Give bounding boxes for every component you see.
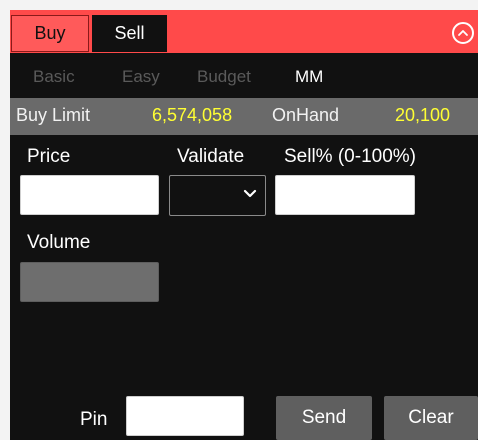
- sell-toggle-button[interactable]: Sell: [92, 15, 167, 52]
- chevron-down-icon: [243, 189, 257, 198]
- order-type-tabs: Basic Easy Budget MM: [10, 53, 478, 98]
- onhand-value: 20,100: [395, 105, 451, 125]
- volume-label: Volume: [27, 232, 91, 253]
- buy-limit-label: Buy Limit: [16, 105, 91, 125]
- order-side-bar: Buy Sell: [10, 10, 478, 53]
- chevron-up-circle-icon[interactable]: [452, 22, 474, 44]
- buy-limit-value: 6,574,058: [152, 105, 233, 125]
- tab-mm[interactable]: MM: [295, 67, 323, 87]
- app-frame: Buy Sell Basic Easy Budget MM Buy Limit …: [0, 0, 478, 440]
- account-info-bar: Buy Limit 6,574,058 OnHand 20,100: [10, 98, 478, 135]
- pin-label: Pin: [80, 409, 108, 430]
- tab-budget[interactable]: Budget: [197, 67, 251, 87]
- tab-easy[interactable]: Easy: [122, 67, 160, 87]
- validate-label: Validate: [177, 146, 245, 167]
- chevron-up-icon: [458, 30, 468, 36]
- volume-input[interactable]: [20, 262, 159, 302]
- pin-input[interactable]: [126, 396, 244, 436]
- sell-percent-label: Sell% (0-100%): [284, 146, 416, 167]
- send-button[interactable]: Send: [276, 396, 372, 440]
- onhand-label: OnHand: [272, 105, 340, 125]
- clear-button[interactable]: Clear: [384, 396, 478, 440]
- price-input[interactable]: [20, 175, 159, 215]
- validate-select[interactable]: [169, 175, 266, 216]
- order-panel: Buy Sell Basic Easy Budget MM Buy Limit …: [10, 10, 478, 440]
- buy-toggle-button[interactable]: Buy: [11, 15, 89, 52]
- price-label: Price: [27, 146, 71, 167]
- sell-percent-input[interactable]: [275, 175, 415, 215]
- tab-basic[interactable]: Basic: [33, 67, 75, 87]
